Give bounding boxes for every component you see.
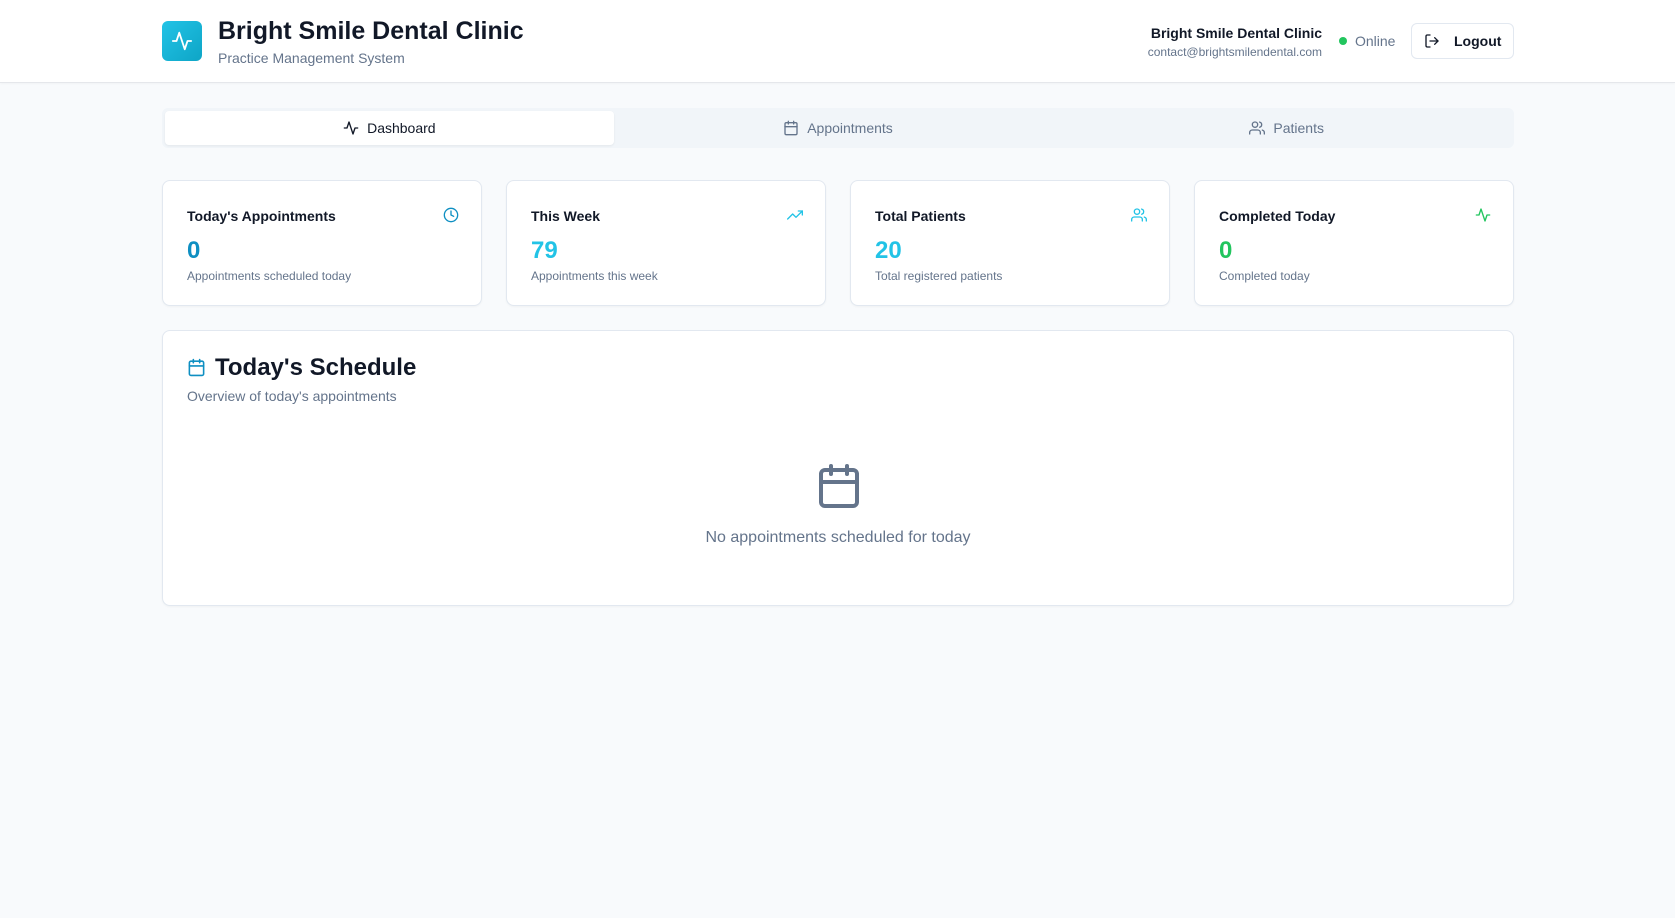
stat-card-value: 79 [531,237,558,264]
users-icon [1131,208,1147,222]
stat-card-description: Appointments this week [531,269,658,283]
stat-card-title: Total Patients [875,208,966,224]
stat-card-value: 20 [875,237,902,264]
tab-label: Dashboard [367,120,436,136]
app-logo [162,21,202,61]
logout-icon [1425,34,1439,48]
stat-card-today-appointments: Today's Appointments 0 Appointments sche… [162,180,482,306]
logout-label: Logout [1454,33,1502,49]
schedule-title: Today's Schedule [215,354,417,381]
stat-card-completed-today: Completed Today 0 Completed today [1194,180,1514,306]
users-icon [1249,121,1266,135]
stat-card-this-week: This Week 79 Appointments this week [506,180,826,306]
calendar-icon [188,358,205,377]
app-header: Bright Smile Dental Clinic Practice Mana… [0,0,1675,83]
tab-label: Appointments [807,120,893,136]
schedule-subtitle: Overview of today's appointments [187,388,397,404]
activity-icon [1475,208,1491,222]
stat-card-value: 0 [187,237,201,264]
empty-schedule-message: No appointments scheduled for today [705,529,971,546]
logout-button[interactable]: Logout [1411,23,1514,59]
clock-icon [443,207,459,223]
stat-card-title: Today's Appointments [187,208,336,224]
activity-icon [343,121,359,135]
online-status-label: Online [1355,33,1396,49]
stat-card-description: Completed today [1219,269,1310,283]
main-tabs: Dashboard Appointments Patients [162,108,1514,148]
stat-card-value: 0 [1219,237,1233,264]
todays-schedule-panel: Today's Schedule Overview of today's app… [162,330,1514,606]
trending-up-icon [787,210,803,220]
tab-label: Patients [1273,120,1324,136]
calendar-icon [819,464,859,508]
stat-card-title: Completed Today [1219,208,1336,224]
tab-appointments[interactable]: Appointments [614,111,1063,145]
tab-dashboard[interactable]: Dashboard [165,111,614,145]
app-subtitle: Practice Management System [218,50,405,66]
tab-patients[interactable]: Patients [1062,111,1511,145]
stat-card-description: Total registered patients [875,269,1003,283]
activity-icon [171,31,193,51]
stat-card-description: Appointments scheduled today [187,269,352,283]
stat-card-total-patients: Total Patients 20 Total registered patie… [850,180,1170,306]
user-name: Bright Smile Dental Clinic [1150,25,1322,41]
user-email: contact@brightsmilendental.com [1147,45,1322,59]
app-title: Bright Smile Dental Clinic [218,17,524,45]
stat-card-title: This Week [531,208,600,224]
online-status-dot [1339,37,1347,45]
calendar-icon [784,120,798,136]
